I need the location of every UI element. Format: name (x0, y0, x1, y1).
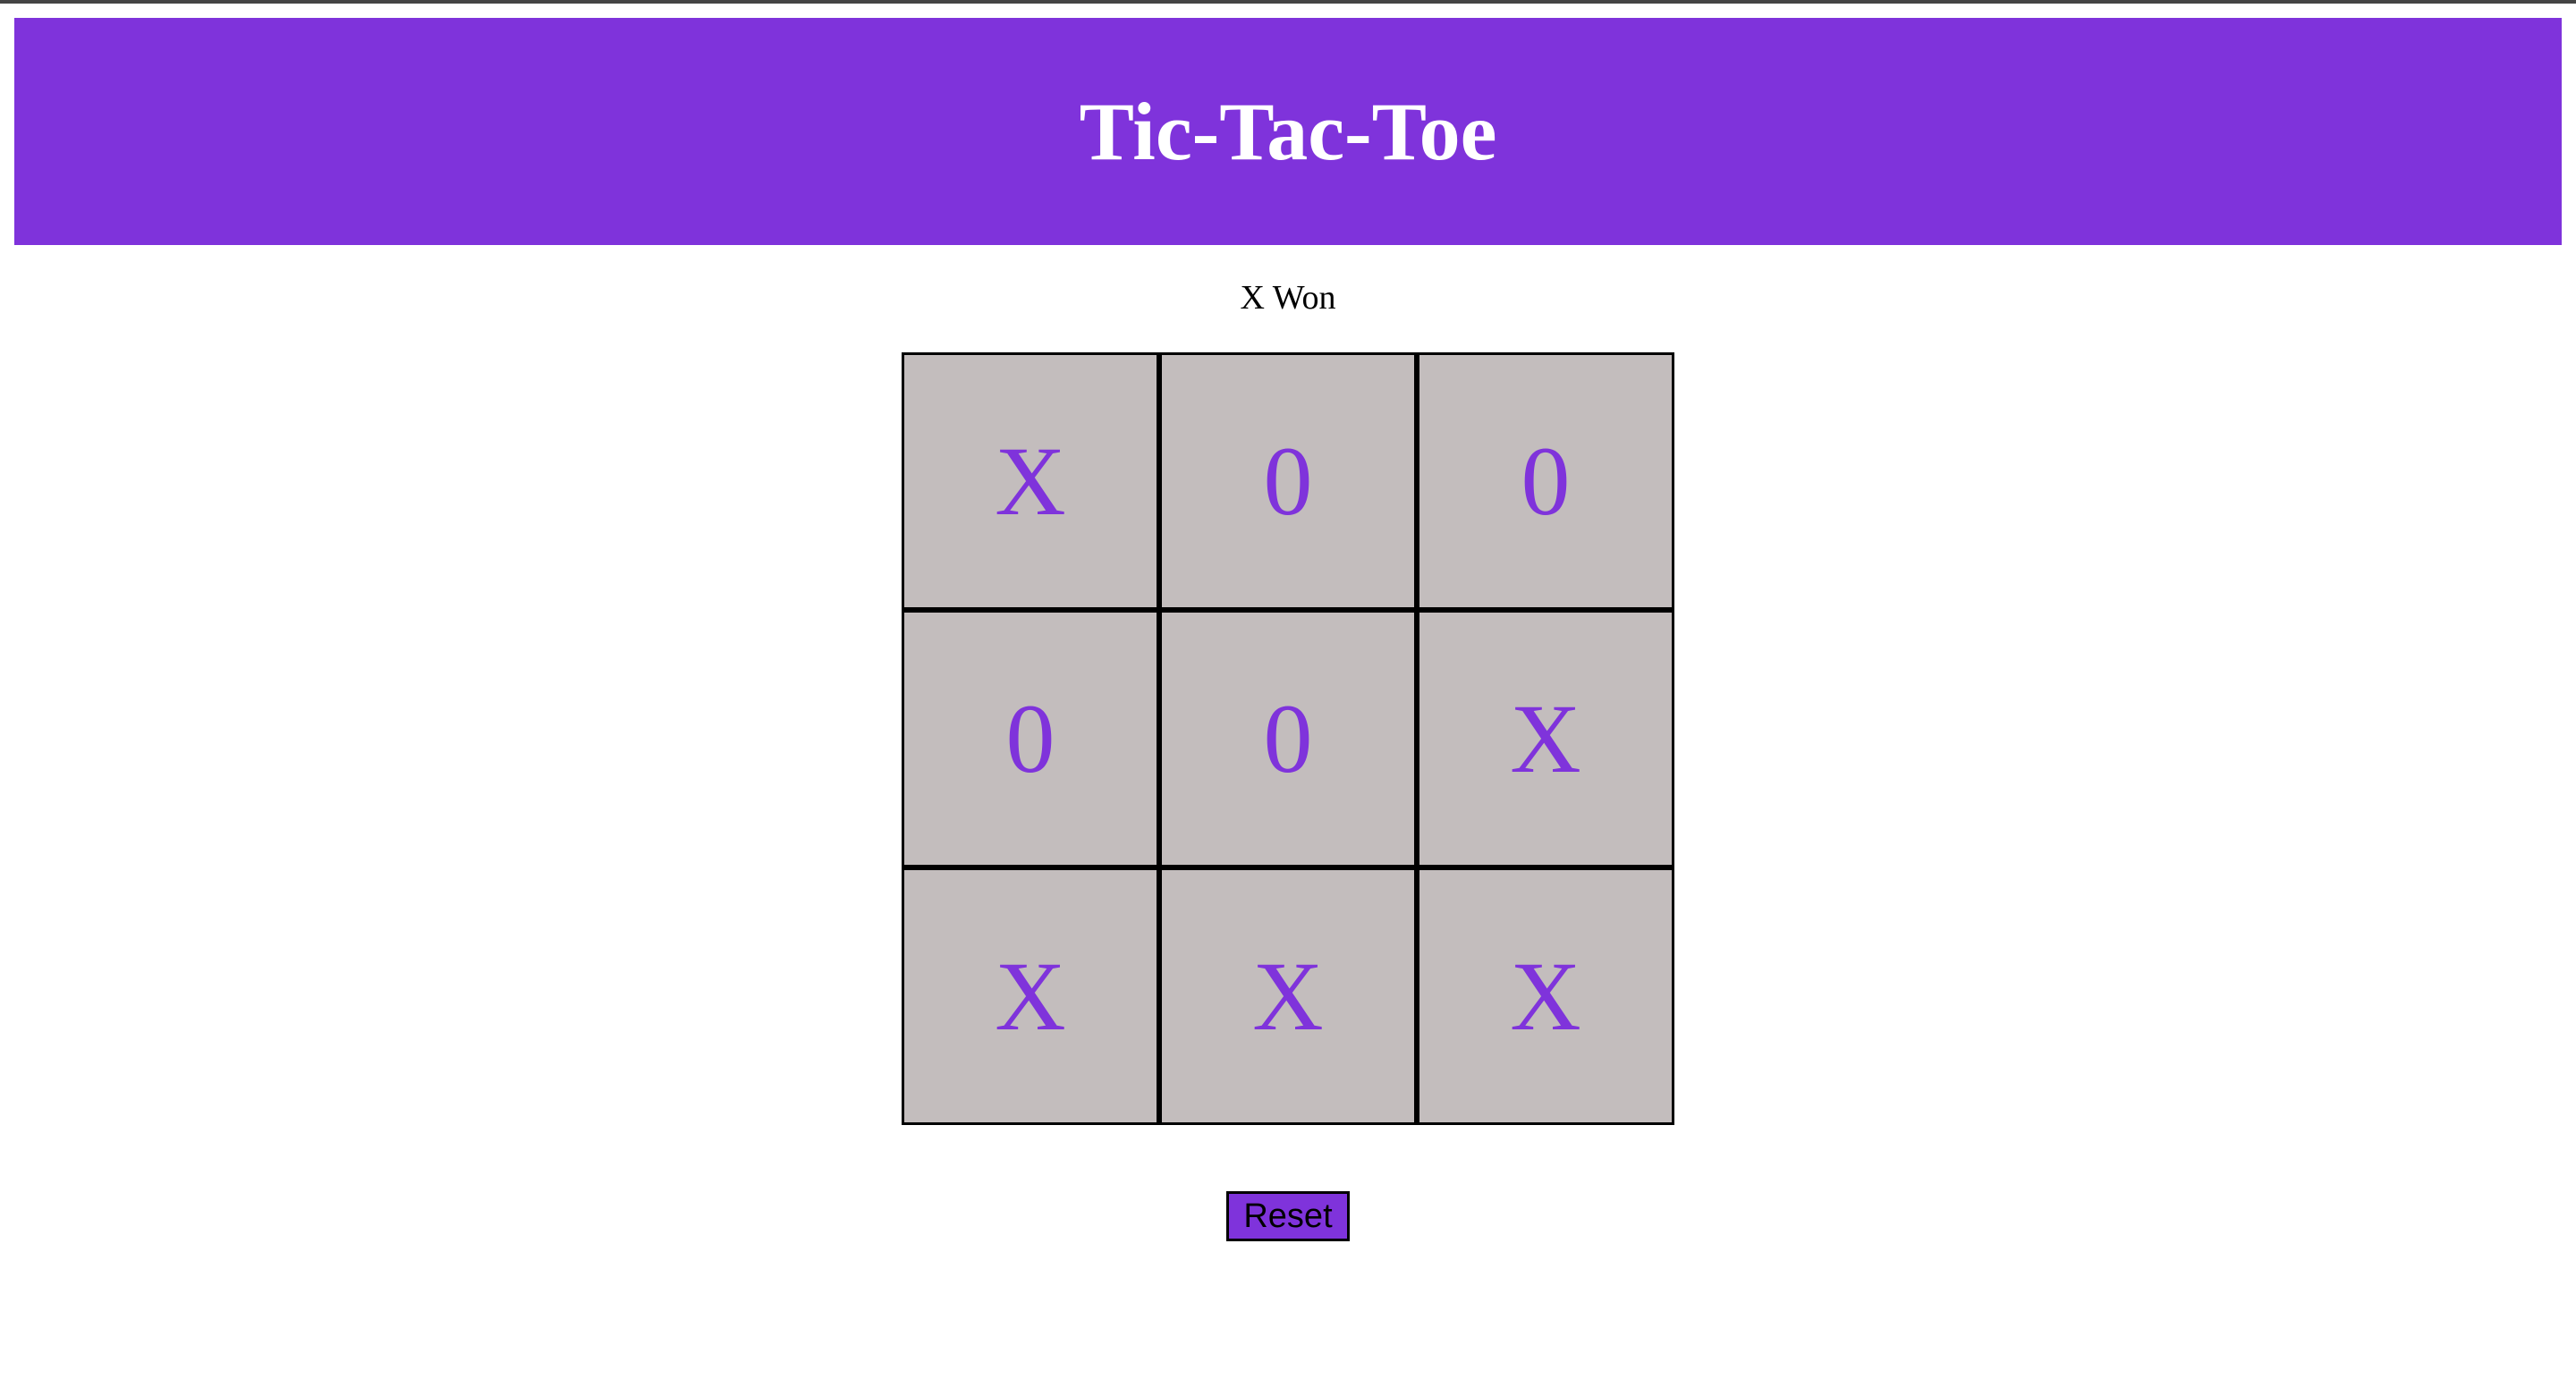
board-cell-4[interactable]: 0 (902, 610, 1159, 867)
board-cell-5[interactable]: 0 (1159, 610, 1417, 867)
game-status: X Won (1240, 279, 1336, 317)
board-cell-6[interactable]: X (1417, 610, 1674, 867)
board-cell-2[interactable]: 0 (1159, 352, 1417, 610)
top-border (0, 0, 2576, 4)
board-cell-3[interactable]: 0 (1417, 352, 1674, 610)
page: Tic-Tac-Toe X Won X 0 0 0 0 X X X X Rese… (0, 0, 2576, 1379)
board-cell-7[interactable]: X (902, 867, 1159, 1125)
game-board: X 0 0 0 0 X X X X (902, 352, 1674, 1125)
board-cell-8[interactable]: X (1159, 867, 1417, 1125)
reset-button[interactable]: Reset (1226, 1191, 1350, 1241)
board-cell-1[interactable]: X (902, 352, 1159, 610)
reset-container: Reset (0, 1191, 2576, 1241)
board-cell-9[interactable]: X (1417, 867, 1674, 1125)
page-title: Tic-Tac-Toe (1079, 86, 1497, 177)
header-banner: Tic-Tac-Toe (14, 18, 2562, 245)
